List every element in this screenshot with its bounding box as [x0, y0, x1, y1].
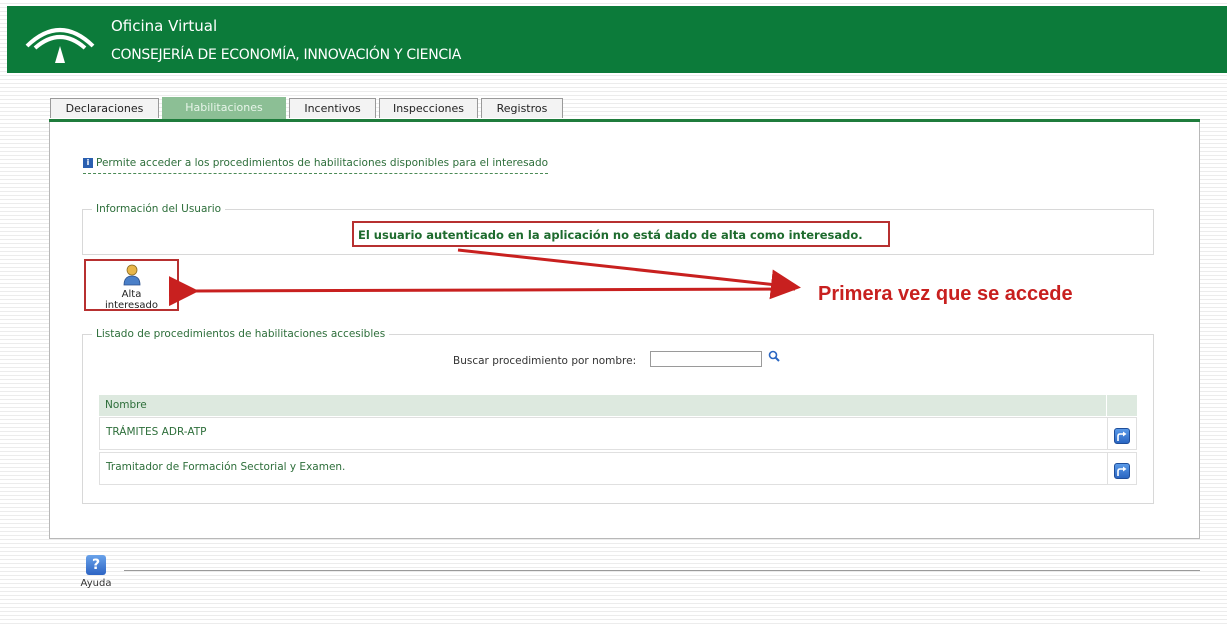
annotation-text: Primera vez que se accede — [818, 283, 1073, 305]
help-label: Ayuda — [80, 578, 112, 589]
column-header-actions — [1107, 395, 1137, 416]
row-name: TRÁMITES ADR-ATP — [106, 426, 207, 438]
procedures-legend: Listado de procedimientos de habilitacio… — [92, 328, 390, 340]
annotation-arrows — [168, 248, 801, 307]
help-icon: ? — [86, 555, 106, 575]
open-procedure-button[interactable] — [1114, 463, 1130, 479]
redo-arrow-icon — [1117, 466, 1127, 476]
search-icon[interactable] — [768, 350, 780, 362]
search-label: Buscar procedimiento por nombre: — [453, 355, 637, 367]
footer-divider — [124, 570, 1200, 571]
help-button[interactable]: ? Ayuda — [76, 555, 116, 589]
table-row: TRÁMITES ADR-ATP — [99, 417, 1137, 450]
row-name: Tramitador de Formación Sectorial y Exam… — [106, 461, 346, 473]
search-input[interactable] — [650, 351, 762, 367]
arrow-to-alta — [168, 276, 796, 307]
redo-arrow-icon — [1117, 431, 1127, 441]
column-header-nombre: Nombre — [99, 395, 1106, 416]
arrow-to-message — [457, 248, 801, 300]
open-procedure-button[interactable] — [1114, 428, 1130, 444]
table-row: Tramitador de Formación Sectorial y Exam… — [99, 452, 1137, 485]
